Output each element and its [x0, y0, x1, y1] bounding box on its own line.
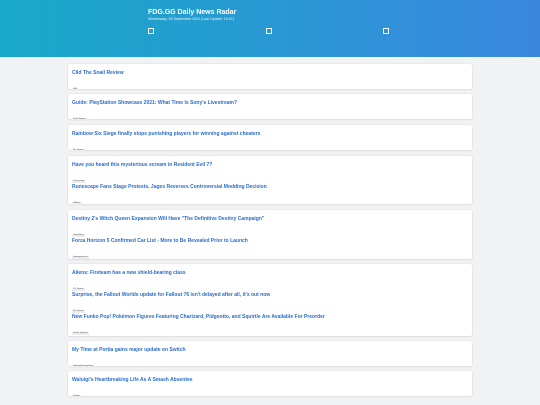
news-headline-link[interactable]: My Time at Portia gains major update on … — [72, 347, 468, 353]
news-headline-link[interactable]: Destiny 2's Witch Queen Expansion Will H… — [72, 216, 468, 222]
news-card: Rainbow Six Siege finally stops punishin… — [68, 125, 472, 152]
filter-checkbox-1[interactable] — [148, 28, 154, 34]
news-card: Destiny 2's Witch Queen Expansion Will H… — [68, 210, 472, 259]
news-item: Rainbow Six Siege finally stops punishin… — [72, 131, 468, 155]
news-headline-link[interactable]: Aliens: Fireteam has a new shield-bearin… — [72, 270, 468, 276]
source-badge: IGN — [72, 87, 79, 91]
news-item: Surprise, the Fallout Worlds update for … — [72, 292, 468, 316]
news-item: New Funko Pop! Pokémon Figures Featuring… — [72, 314, 468, 338]
news-item: Destiny 2's Witch Queen Expansion Will H… — [72, 216, 468, 240]
news-headline-link[interactable]: Clid The Snail Review — [72, 70, 468, 76]
source-badge: PC Gamer — [72, 287, 85, 291]
news-card: Clid The Snail Review IGN — [68, 64, 472, 91]
news-item: Guide: PlayStation Showcase 2021: What T… — [72, 100, 468, 124]
news-card: My Time at Portia gains major update on … — [68, 341, 472, 368]
source-badge: Destructoid — [72, 179, 86, 183]
news-headline-link[interactable]: Forza Horizon 5 Confirmed Car List - Mor… — [72, 238, 468, 244]
news-headline-link[interactable]: New Funko Pop! Pokémon Figures Featuring… — [72, 314, 468, 320]
news-item: Forza Horizon 5 Confirmed Car List - Mor… — [72, 238, 468, 262]
news-card: Aliens: Fireteam has a new shield-bearin… — [68, 264, 472, 336]
source-badge: PC Gamer — [72, 309, 85, 313]
news-headline-link[interactable]: Guide: PlayStation Showcase 2021: What T… — [72, 100, 468, 106]
news-item: Aliens: Fireteam has a new shield-bearin… — [72, 270, 468, 294]
news-item: Clid The Snail Review IGN — [72, 70, 468, 94]
source-badge: PC Gamer — [72, 148, 85, 152]
source-badge: Gamepressure — [72, 255, 89, 259]
header-banner: FDG.GG Daily News Radar Wednesday, 08 Se… — [0, 0, 540, 57]
news-card: Waluigi's Heartbreaking Life As A Smash … — [68, 371, 472, 398]
news-item: Runescape Fans Stage Protests, Jagex Rev… — [72, 184, 468, 208]
news-item: My Time at Portia gains major update on … — [72, 347, 468, 371]
last-update-subtitle: Wednesday, 08 September 2021 (Last Updat… — [148, 17, 234, 21]
news-headline-link[interactable]: Rainbow Six Siege finally stops punishin… — [72, 131, 468, 137]
source-badge: GNews — [72, 201, 82, 205]
filter-checkbox-3[interactable] — [383, 28, 389, 34]
source-badge: Push Square — [72, 117, 88, 121]
news-item: Waluigi's Heartbreaking Life As A Smash … — [72, 377, 468, 401]
source-badge: GameSpot — [72, 233, 85, 237]
news-card: Have you heard this mysterious scream in… — [68, 156, 472, 205]
filter-checkbox-2[interactable] — [266, 28, 272, 34]
page-title: FDG.GG Daily News Radar — [148, 9, 237, 16]
source-badge: Game Informer — [72, 331, 90, 335]
source-badge: Nintendo Everything — [72, 364, 95, 368]
news-card: Guide: PlayStation Showcase 2021: What T… — [68, 94, 472, 121]
source-badge: Kotaku — [72, 394, 82, 398]
news-headline-link[interactable]: Have you heard this mysterious scream in… — [72, 162, 468, 168]
news-headline-link[interactable]: Runescape Fans Stage Protests, Jagex Rev… — [72, 184, 468, 190]
news-item: Have you heard this mysterious scream in… — [72, 162, 468, 186]
news-headline-link[interactable]: Surprise, the Fallout Worlds update for … — [72, 292, 468, 298]
news-headline-link[interactable]: Waluigi's Heartbreaking Life As A Smash … — [72, 377, 468, 383]
